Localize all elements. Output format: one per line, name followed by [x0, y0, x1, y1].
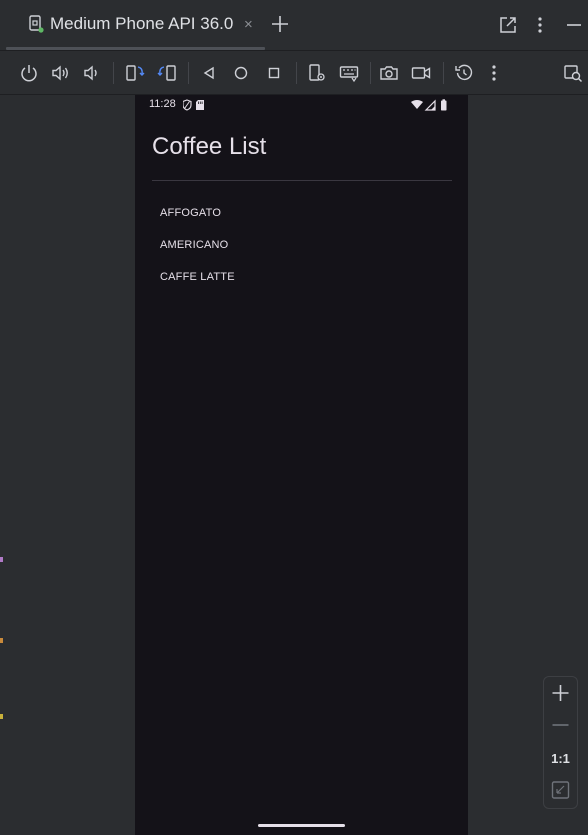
home-icon[interactable]	[231, 63, 251, 83]
screen-record-icon[interactable]	[411, 63, 431, 83]
title-divider	[152, 180, 452, 181]
overview-icon[interactable]	[264, 63, 284, 83]
coffee-list-item[interactable]: CAFFE LATTE	[160, 271, 235, 283]
zoom-out-icon[interactable]	[544, 711, 577, 739]
volume-down-icon[interactable]	[81, 63, 101, 83]
more-options-icon[interactable]	[530, 15, 550, 35]
status-notification-icons	[183, 99, 204, 111]
device-settings-icon[interactable]	[307, 63, 327, 83]
toolbar-divider	[188, 62, 189, 84]
volume-up-icon[interactable]	[50, 63, 70, 83]
tab-bar: Medium Phone API 36.0 ×	[0, 0, 588, 50]
add-tab-icon[interactable]	[270, 14, 290, 34]
minimize-icon[interactable]	[564, 15, 584, 35]
edge-marker	[0, 714, 3, 719]
toolbar-divider	[370, 62, 371, 84]
edge-marker	[0, 557, 3, 562]
camera-icon[interactable]	[379, 63, 399, 83]
emulator-toolbar	[0, 51, 588, 94]
extended-controls-icon[interactable]	[563, 63, 583, 83]
rotate-left-icon[interactable]	[125, 63, 145, 83]
tab-medium-phone[interactable]: Medium Phone API 36.0 ×	[6, 0, 265, 50]
app-title: Coffee List	[152, 133, 267, 160]
snapshot-icon[interactable]	[454, 63, 474, 83]
left-panel-edge	[0, 95, 3, 835]
rotate-right-icon[interactable]	[157, 63, 177, 83]
tab-title: Medium Phone API 36.0	[50, 14, 234, 33]
coffee-list-item[interactable]: AFFOGATO	[160, 207, 221, 219]
close-icon[interactable]: ×	[244, 17, 253, 32]
toolbar-divider	[296, 62, 297, 84]
toolbar-divider	[113, 62, 114, 84]
back-icon[interactable]	[199, 63, 219, 83]
status-system-icons	[411, 99, 447, 111]
toolbar-divider	[443, 62, 444, 84]
zoom-fit-icon[interactable]	[544, 776, 577, 804]
zoom-actual-size-button[interactable]: 1:1	[544, 751, 577, 766]
device-icon	[29, 15, 44, 33]
emulator-screen[interactable]: 11:28 Coffee List AFFOGATO AMERICANO CAF…	[135, 95, 468, 835]
keyboard-icon[interactable]	[339, 63, 359, 83]
open-external-icon[interactable]	[498, 15, 518, 35]
more-icon[interactable]	[484, 63, 504, 83]
edge-marker	[0, 638, 3, 643]
zoom-controls: 1:1	[543, 676, 578, 809]
power-icon[interactable]	[19, 63, 39, 83]
zoom-in-icon[interactable]	[544, 679, 577, 707]
gesture-home-bar[interactable]	[258, 824, 345, 827]
coffee-list-item[interactable]: AMERICANO	[160, 239, 228, 251]
status-time: 11:28	[149, 98, 176, 110]
